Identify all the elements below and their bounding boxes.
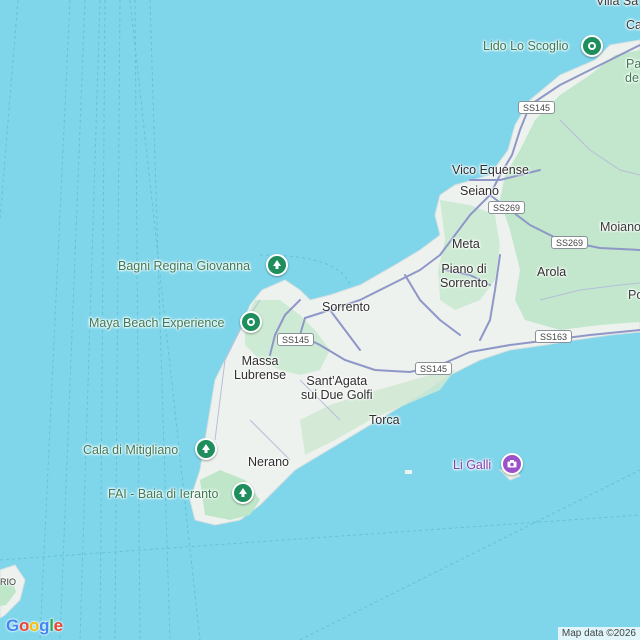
place-label-line: Sorrento: [440, 276, 488, 290]
place-label-torca[interactable]: Torca: [369, 413, 400, 427]
place-label-line: Massa: [241, 354, 279, 368]
map-canvas[interactable]: SS145 SS269 SS269 SS163 SS145 SS145 Sorr…: [0, 0, 640, 640]
poi-label-maya-beach[interactable]: Maya Beach Experience: [89, 316, 225, 330]
place-label-meta[interactable]: Meta: [452, 237, 480, 251]
place-label-line: sui Due Golfi: [301, 388, 373, 402]
place-label-piano-di-sorrento[interactable]: Piano di Sorrento: [440, 262, 488, 290]
poi-label-partial[interactable]: de: [625, 71, 639, 85]
poi-label-lido-lo-scoglio[interactable]: Lido Lo Scoglio: [483, 39, 568, 53]
place-label-partial[interactable]: Villa Sa: [596, 0, 638, 8]
road-shield-ss269: SS269: [488, 201, 526, 214]
camera-icon: [507, 460, 517, 468]
poi-pin-cala-di-mitigliano[interactable]: [195, 438, 217, 460]
place-label-seiano[interactable]: Seiano: [460, 184, 499, 198]
poi-pin-lido-lo-scoglio[interactable]: [581, 35, 603, 57]
tree-icon: [273, 260, 281, 269]
poi-label-fai-baia-di-ieranto[interactable]: FAI - Baia di Ieranto: [108, 487, 218, 501]
place-label-line: Piano di: [441, 262, 487, 276]
road-shield-ss269: SS269: [551, 236, 589, 249]
poi-label-bagni-regina-giovanna[interactable]: Bagni Regina Giovanna: [118, 259, 250, 273]
place-label-santagata[interactable]: Sant'Agata sui Due Golfi: [301, 374, 373, 402]
place-label-arola[interactable]: Arola: [537, 265, 566, 279]
poi-pin-bagni-regina-giovanna[interactable]: [266, 254, 288, 276]
place-label-nerano[interactable]: Nerano: [248, 455, 289, 469]
place-label-partial[interactable]: RIO: [0, 575, 16, 589]
road-shield-ss145: SS145: [518, 101, 556, 114]
tree-icon: [239, 488, 247, 497]
road-shield-ss145: SS145: [415, 362, 453, 375]
map-attribution[interactable]: Map data ©2026: [557, 627, 640, 640]
beach-icon: [588, 42, 596, 50]
place-label-partial[interactable]: Ca: [626, 18, 640, 32]
poi-label-cala-di-mitigliano[interactable]: Cala di Mitigliano: [83, 443, 178, 457]
place-label-line: Sant'Agata: [306, 374, 368, 388]
poi-pin-li-galli[interactable]: [501, 453, 523, 475]
place-label-moiano[interactable]: Moiano: [600, 220, 640, 234]
island-small: [405, 470, 412, 474]
poi-pin-fai-baia-di-ieranto[interactable]: [232, 482, 254, 504]
place-label-sorrento[interactable]: Sorrento: [322, 300, 370, 314]
tree-icon: [202, 444, 210, 453]
road-shield-ss145: SS145: [277, 333, 315, 346]
google-logo[interactable]: Google: [6, 616, 63, 636]
road-shield-ss163: SS163: [535, 330, 573, 343]
place-label-massa-lubrense[interactable]: Massa Lubrense: [234, 354, 286, 382]
poi-label-partial[interactable]: Pa: [626, 57, 640, 71]
place-label-partial[interactable]: Po: [628, 288, 640, 302]
logo-text: Google: [6, 616, 63, 635]
beach-icon: [247, 318, 255, 326]
place-label-line: Lubrense: [234, 368, 287, 382]
place-label-vico-equense[interactable]: Vico Equense: [452, 163, 529, 177]
poi-pin-maya-beach[interactable]: [240, 311, 262, 333]
vegetation-east: [500, 50, 640, 330]
poi-label-li-galli[interactable]: Li Galli: [453, 458, 491, 472]
